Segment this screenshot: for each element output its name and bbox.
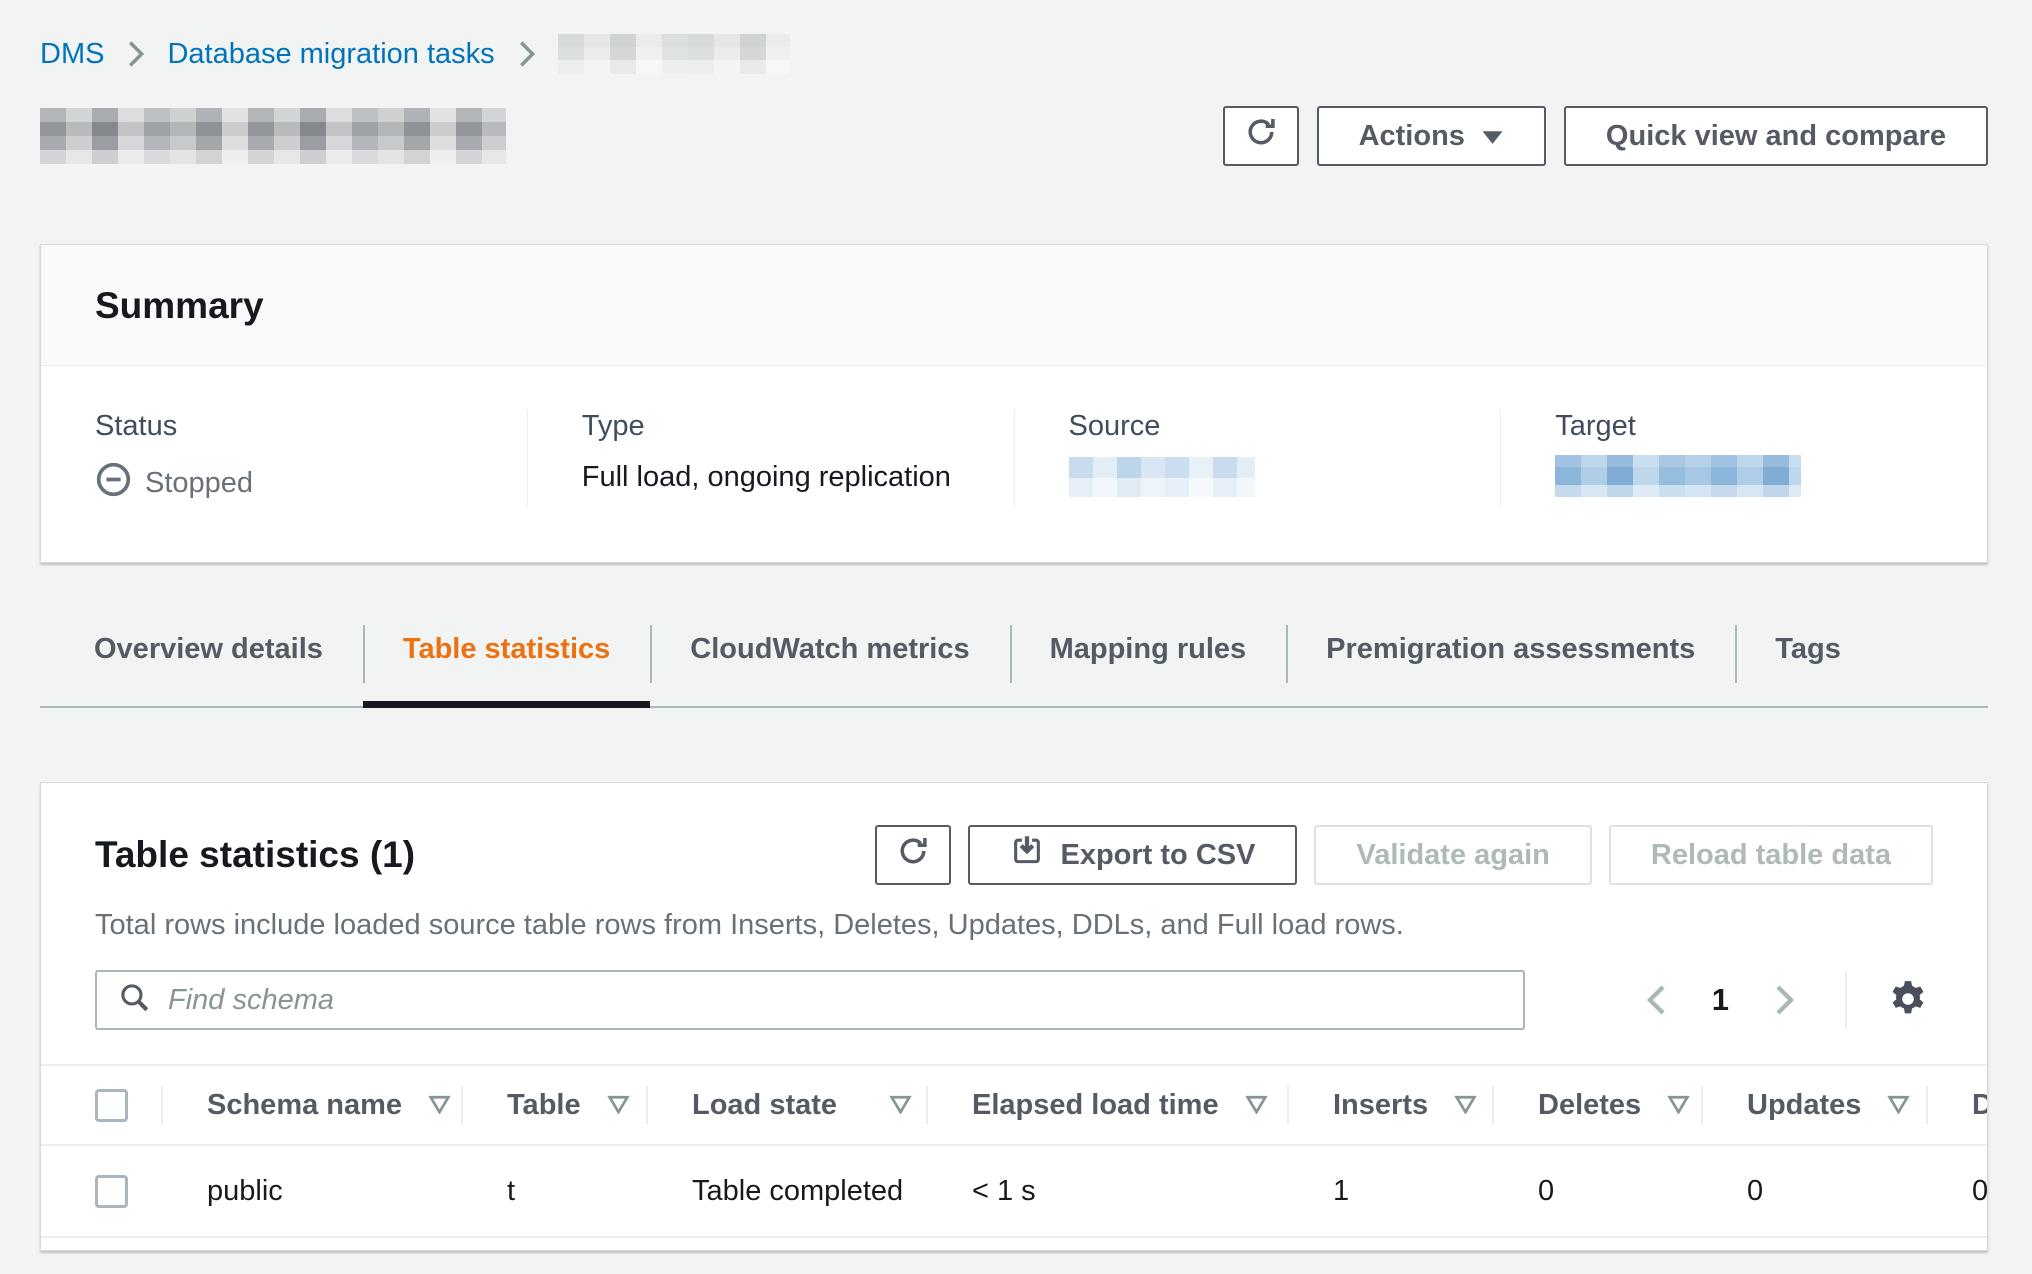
- status-value: Stopped: [95, 461, 473, 506]
- table-preferences-button[interactable]: [1883, 974, 1933, 1027]
- sort-icon[interactable]: [889, 1089, 912, 1121]
- column-header-inserts[interactable]: Inserts: [1289, 1065, 1494, 1145]
- cell-deletes: 0: [1494, 1145, 1703, 1237]
- table-statistics-buttons: Export to CSV Validate again Reload tabl…: [875, 825, 1933, 885]
- table-row[interactable]: public t Table completed < 1 s 1 0 0 0: [41, 1145, 1988, 1237]
- table-statistics-header: Table statistics (1): [41, 783, 1987, 1064]
- validate-again-button[interactable]: Validate again: [1314, 825, 1591, 885]
- column-header-schema-name[interactable]: Schema name: [163, 1065, 463, 1145]
- sort-icon[interactable]: [1245, 1089, 1268, 1121]
- column-header-table[interactable]: Table: [463, 1065, 648, 1145]
- next-page-button[interactable]: [1763, 978, 1805, 1022]
- current-page-number[interactable]: 1: [1712, 982, 1729, 1018]
- reload-table-data-button[interactable]: Reload table data: [1609, 825, 1933, 885]
- summary-field-type: Type Full load, ongoing replication: [527, 410, 1014, 506]
- quick-view-button-label: Quick view and compare: [1606, 120, 1946, 153]
- dms-task-page: DMS Database migration tasks Actions: [0, 0, 2032, 1251]
- export-to-csv-button[interactable]: Export to CSV: [968, 825, 1297, 885]
- actions-button[interactable]: Actions: [1317, 106, 1546, 166]
- download-icon: [1010, 834, 1044, 876]
- tab-cloudwatch-metrics[interactable]: CloudWatch metrics: [650, 621, 1009, 706]
- status-text: Stopped: [145, 467, 253, 500]
- table-header-row: Schema name Table Load state: [41, 1065, 1988, 1145]
- tab-tags[interactable]: Tags: [1735, 621, 1881, 706]
- cell-ddls-clipped: 0: [1928, 1145, 1988, 1237]
- stopped-icon: [95, 461, 132, 506]
- summary-title: Summary: [95, 285, 1933, 327]
- card-bottom-padding: [41, 1238, 1987, 1250]
- sort-icon[interactable]: [1887, 1089, 1910, 1121]
- sort-icon[interactable]: [607, 1089, 630, 1121]
- row-checkbox[interactable]: [95, 1175, 128, 1208]
- table-statistics-description: Total rows include loaded source table r…: [95, 909, 1933, 942]
- column-header-updates[interactable]: Updates: [1703, 1065, 1928, 1145]
- summary-body: Status Stopped Type Full load, ongoing r…: [41, 366, 1987, 562]
- actions-button-label: Actions: [1359, 120, 1465, 153]
- type-value: Full load, ongoing replication: [582, 461, 960, 494]
- column-header-elapsed-load-time[interactable]: Elapsed load time: [928, 1065, 1289, 1145]
- column-header-load-state[interactable]: Load state: [648, 1065, 928, 1145]
- column-header-ddls-clipped[interactable]: D: [1928, 1065, 1988, 1145]
- breadcrumb-link-tasks[interactable]: Database migration tasks: [167, 38, 494, 71]
- table-statistics-card: Table statistics (1): [40, 782, 1988, 1251]
- table-statistics-title: Table statistics (1): [95, 834, 415, 876]
- summary-field-label: Type: [582, 410, 960, 443]
- table-search-row: 1: [95, 970, 1933, 1064]
- pagination-divider: [1845, 971, 1847, 1029]
- export-button-label: Export to CSV: [1060, 839, 1255, 872]
- source-value-redacted[interactable]: [1069, 457, 1255, 497]
- cell-elapsed-load-time: < 1 s: [928, 1145, 1289, 1237]
- tab-mapping-rules[interactable]: Mapping rules: [1010, 621, 1287, 706]
- summary-field-status: Status Stopped: [41, 410, 527, 506]
- tab-premigration-assessments[interactable]: Premigration assessments: [1286, 621, 1735, 706]
- table-statistics-table: Schema name Table Load state: [41, 1064, 1988, 1238]
- refresh-icon: [1244, 115, 1278, 157]
- tab-table-statistics[interactable]: Table statistics: [363, 621, 650, 706]
- previous-page-button[interactable]: [1636, 978, 1678, 1022]
- cell-table: t: [463, 1145, 648, 1237]
- pagination: 1: [1636, 971, 1933, 1029]
- refresh-button[interactable]: [1223, 106, 1299, 166]
- reload-button-label: Reload table data: [1651, 839, 1891, 872]
- breadcrumb-separator-icon: [517, 40, 536, 68]
- summary-field-label: Target: [1555, 410, 1933, 443]
- summary-field-target: Target: [1500, 410, 1987, 506]
- page-title-redacted: [40, 108, 506, 164]
- cell-updates: 0: [1703, 1145, 1928, 1237]
- breadcrumb-link-dms[interactable]: DMS: [40, 38, 104, 71]
- quick-view-and-compare-button[interactable]: Quick view and compare: [1564, 106, 1988, 166]
- summary-card-header: Summary: [41, 245, 1987, 366]
- page-title-row: Actions Quick view and compare: [40, 106, 1988, 166]
- breadcrumb: DMS Database migration tasks: [40, 34, 1988, 74]
- schema-search-box: [95, 970, 1525, 1030]
- summary-field-label: Source: [1069, 410, 1447, 443]
- table-refresh-button[interactable]: [875, 825, 951, 885]
- summary-card: Summary Status Stopped Type Full load, o…: [40, 244, 1988, 563]
- summary-field-source: Source: [1014, 410, 1501, 506]
- find-schema-input[interactable]: [168, 984, 1501, 1017]
- refresh-icon: [896, 834, 930, 876]
- cell-schema-name: public: [163, 1145, 463, 1237]
- sort-icon[interactable]: [1454, 1089, 1477, 1121]
- search-icon: [119, 982, 150, 1018]
- breadcrumb-separator-icon: [126, 40, 145, 68]
- sort-icon[interactable]: [1667, 1089, 1690, 1121]
- target-value-redacted[interactable]: [1555, 455, 1801, 497]
- summary-field-label: Status: [95, 410, 473, 443]
- column-header-deletes[interactable]: Deletes: [1494, 1065, 1703, 1145]
- select-all-checkbox[interactable]: [95, 1089, 128, 1122]
- caret-down-icon: [1481, 120, 1504, 153]
- gear-icon: [1887, 978, 1929, 1023]
- cell-load-state: Table completed: [648, 1145, 928, 1237]
- breadcrumb-current-redacted: [558, 34, 790, 74]
- task-detail-tabs: Overview details Table statistics CloudW…: [40, 621, 1988, 708]
- validate-button-label: Validate again: [1356, 839, 1549, 872]
- cell-inserts: 1: [1289, 1145, 1494, 1237]
- sort-icon[interactable]: [428, 1089, 451, 1121]
- tab-overview-details[interactable]: Overview details: [54, 621, 363, 706]
- page-header-buttons: Actions Quick view and compare: [1223, 106, 1988, 166]
